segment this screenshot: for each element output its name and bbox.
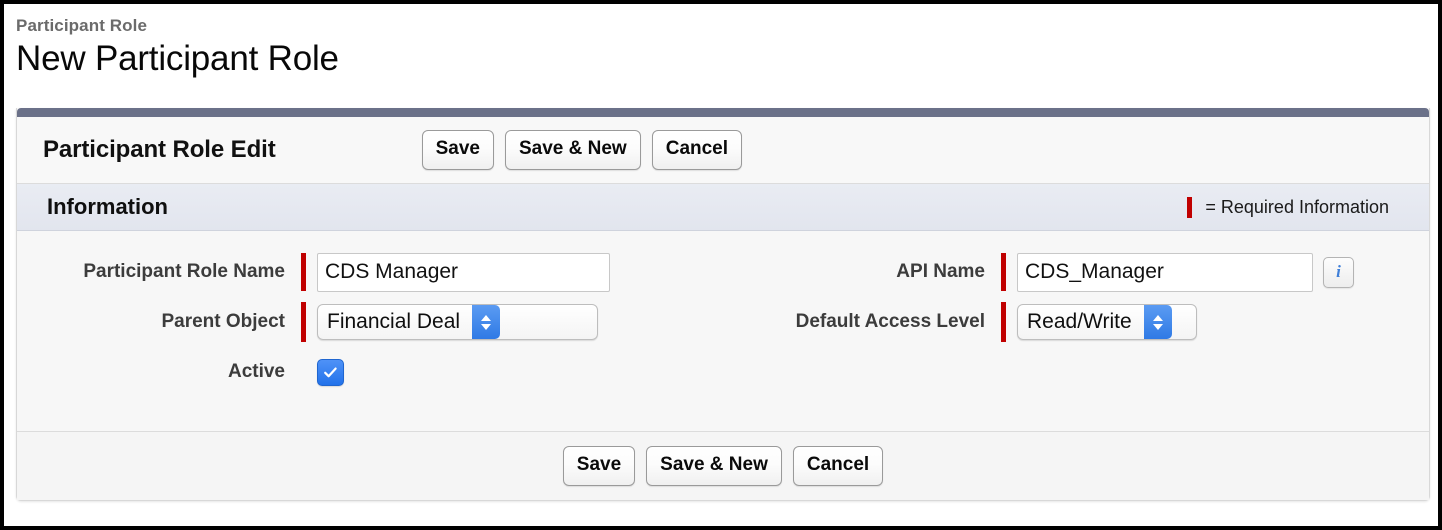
required-marker-parent-object	[301, 302, 306, 342]
cancel-button-bottom[interactable]: Cancel	[792, 446, 884, 486]
parent-object-label: Parent Object	[161, 311, 285, 332]
field-active: Active	[17, 358, 747, 386]
api-name-label: API Name	[896, 261, 985, 282]
page-title: New Participant Role	[16, 39, 339, 78]
page-header: Participant Role New Participant Role	[4, 4, 1438, 81]
required-marker-participant-role-name	[301, 253, 306, 291]
info-icon[interactable]: i	[1323, 256, 1354, 288]
panel-footer: Save Save & New Cancel	[17, 431, 1429, 500]
required-marker-api-name	[1001, 253, 1006, 291]
section-title: Information	[47, 194, 168, 219]
panel-title: Participant Role Edit	[43, 136, 276, 163]
form-row-active: Active	[17, 347, 1429, 397]
required-marker-icon	[1187, 196, 1193, 218]
required-information-legend: = Required Information	[1187, 196, 1389, 218]
default-access-level-label: Default Access Level	[795, 311, 985, 332]
form-row-names: Participant Role Name API Name i	[17, 247, 1429, 297]
chevron-up-down-icon	[1143, 305, 1172, 339]
toolbar-button-group: Save Save & New Cancel	[421, 130, 743, 170]
panel-toolbar: Participant Role Edit Save Save & New Ca…	[17, 117, 1429, 184]
save-and-new-button-top[interactable]: Save & New	[504, 130, 641, 170]
default-access-level-select[interactable]: Read/Write	[1017, 304, 1197, 340]
information-form: Participant Role Name API Name i Parent …	[17, 231, 1429, 431]
required-legend-text: = Required Information	[1205, 196, 1389, 217]
field-api-name: API Name i	[747, 252, 1407, 292]
information-section-header: Information = Required Information	[17, 184, 1429, 231]
chevron-up-down-icon	[472, 305, 501, 339]
parent-object-select[interactable]: Financial Deal	[317, 304, 598, 340]
field-default-access-level: Default Access Level Read/Write	[747, 302, 1407, 342]
required-marker-default-access-level	[1001, 302, 1006, 342]
active-label: Active	[227, 361, 285, 382]
save-button-top[interactable]: Save	[421, 130, 494, 170]
participant-role-edit-panel: Participant Role Edit Save Save & New Ca…	[16, 108, 1430, 501]
form-row-objects: Parent Object Financial Deal Default Acc…	[17, 297, 1429, 347]
cancel-button-top[interactable]: Cancel	[651, 130, 743, 170]
breadcrumb-object-type: Participant Role	[16, 16, 148, 35]
save-button-bottom[interactable]: Save	[562, 446, 636, 486]
parent-object-selected-value: Financial Deal	[327, 310, 461, 333]
field-parent-object: Parent Object Financial Deal	[17, 302, 747, 342]
api-name-input[interactable]	[1017, 252, 1313, 292]
panel-accent-bar	[17, 108, 1429, 117]
app-window: Participant Role New Participant Role Pa…	[0, 0, 1442, 530]
save-and-new-button-bottom[interactable]: Save & New	[646, 446, 782, 486]
participant-role-name-input[interactable]	[317, 252, 610, 292]
default-access-level-selected-value: Read/Write	[1027, 310, 1132, 333]
active-checkbox[interactable]	[317, 358, 344, 386]
participant-role-name-label: Participant Role Name	[83, 261, 285, 282]
field-participant-role-name: Participant Role Name	[17, 252, 747, 292]
